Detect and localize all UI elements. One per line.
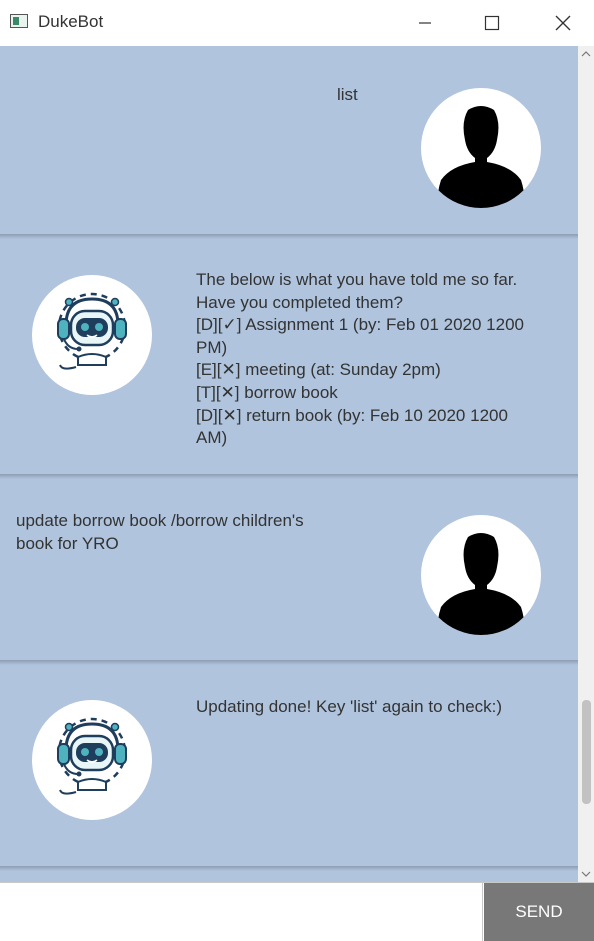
dialog-container[interactable]: list The below is what you have told me … — [0, 46, 578, 882]
app-icon — [10, 14, 28, 28]
chevron-up-icon — [581, 51, 591, 57]
window-title: DukeBot — [38, 12, 104, 31]
send-button[interactable]: SEND — [484, 883, 594, 941]
user-message-text: list — [337, 85, 358, 104]
maximize-icon — [484, 15, 500, 31]
robot-headset-icon — [57, 717, 127, 795]
bot-avatar — [32, 700, 152, 820]
vertical-scrollbar[interactable] — [578, 46, 594, 882]
chevron-down-icon — [581, 871, 591, 877]
close-button[interactable] — [538, 0, 588, 46]
user-silhouette-icon — [437, 106, 525, 208]
window-title-bar: DukeBot — [0, 0, 594, 47]
user-avatar — [421, 515, 541, 635]
robot-headset-icon — [57, 292, 127, 370]
maximize-button[interactable] — [467, 0, 517, 46]
minimize-button[interactable] — [400, 0, 450, 46]
user-message-text: update borrow book /borrow children's bo… — [16, 511, 304, 553]
bot-message-text: Updating done! Key 'list' again to check… — [196, 697, 503, 716]
scrollbar-thumb[interactable] — [582, 700, 591, 804]
scroll-down-button[interactable] — [578, 866, 594, 882]
minimize-icon — [419, 22, 431, 24]
input-bar: SEND — [0, 882, 594, 941]
user-avatar — [421, 88, 541, 208]
close-icon — [555, 15, 571, 31]
bot-message-text: The below is what you have told me so fa… — [196, 270, 524, 448]
user-silhouette-icon — [437, 533, 525, 635]
bot-avatar — [32, 275, 152, 395]
user-input-field[interactable] — [0, 883, 483, 941]
scroll-up-button[interactable] — [578, 46, 594, 62]
